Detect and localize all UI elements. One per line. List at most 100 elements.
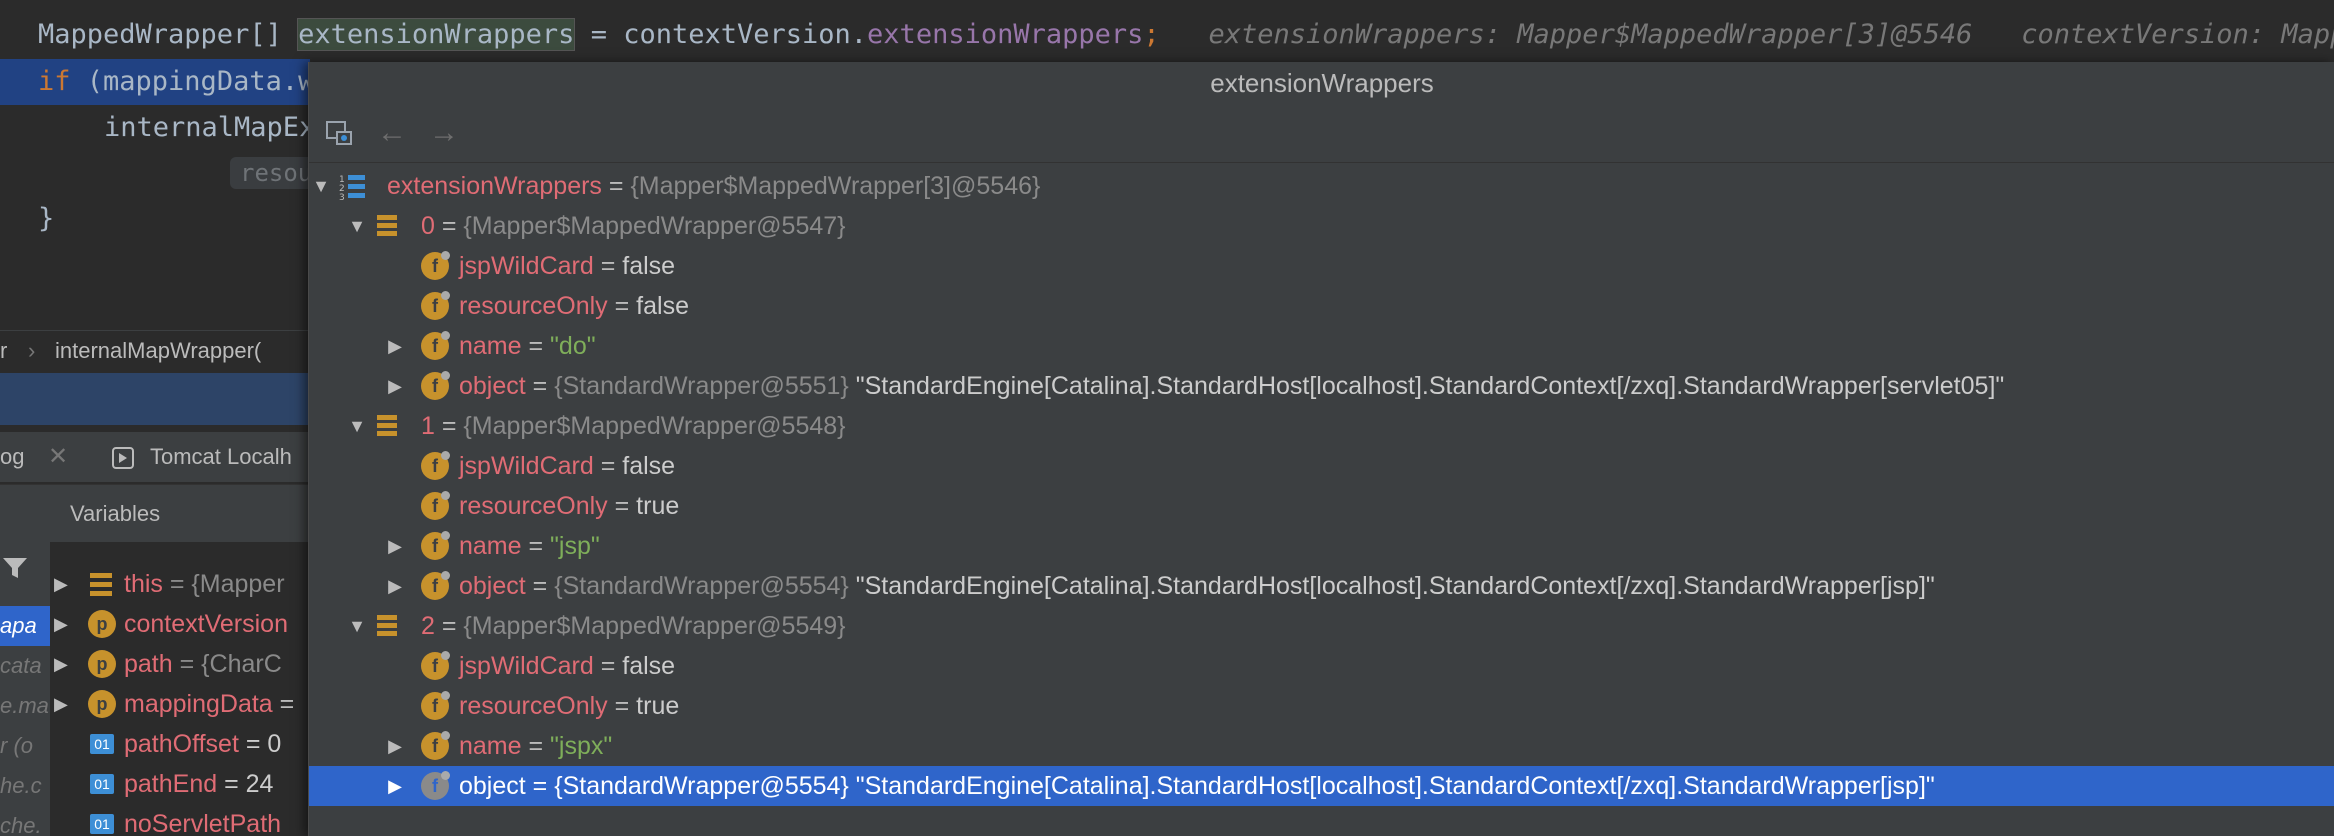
expand-down-icon[interactable]: ▼ — [311, 166, 331, 206]
array-icon: 123 — [339, 172, 367, 203]
close-icon[interactable]: ✕ — [48, 432, 68, 482]
code-line-1[interactable]: MappedWrapper[] extensionWrappers = cont… — [38, 12, 2334, 58]
breadcrumb-item[interactable]: r — [0, 331, 7, 371]
field-icon: f — [421, 691, 450, 720]
frame-item[interactable]: he.c — [0, 766, 42, 806]
breadcrumb-item-method[interactable]: internalMapWrapper( — [55, 331, 261, 371]
expand-arrow-icon[interactable]: ▶ — [385, 726, 405, 766]
field-value: "StandardEngine[Catalina].StandardHost[l… — [855, 372, 2005, 400]
object-icon — [375, 612, 403, 640]
expand-arrow-icon[interactable]: ▶ — [385, 526, 405, 566]
tree-row-field[interactable]: f resourceOnly = true — [309, 486, 2334, 526]
code-field[interactable]: extensionWrappers — [867, 19, 1143, 50]
field-icon: f — [421, 331, 450, 360]
tree-row-field[interactable]: f jspWildCard = false — [309, 646, 2334, 686]
inline-value-hint: contextVersion: Mapper$ — [2021, 19, 2334, 50]
expand-arrow-icon[interactable]: ▶ — [54, 564, 68, 604]
field-icon: f — [421, 291, 450, 320]
field-name: resourceOnly — [459, 492, 608, 520]
tree-row-field[interactable]: ▶ f object = {StandardWrapper@5551} "Sta… — [309, 366, 2334, 406]
expand-arrow-icon[interactable]: ▶ — [385, 326, 405, 366]
variables-title: Variables — [70, 501, 161, 526]
field-name: object — [459, 372, 526, 400]
frame-item[interactable]: e.ma — [0, 686, 49, 726]
frames-column: apa cata e.ma r (o he.c che. — [0, 542, 50, 836]
tree-row-field[interactable]: f resourceOnly = true — [309, 686, 2334, 726]
field-icon: f — [421, 571, 450, 600]
variable-value: = {CharC — [172, 650, 282, 678]
code-line-3[interactable]: internalMapEx — [104, 105, 315, 151]
tab-debug[interactable]: og — [0, 432, 24, 482]
node-type: {Mapper$MappedWrapper@5549} — [463, 612, 846, 640]
field-value: "StandardEngine[Catalina].StandardHost[l… — [855, 572, 1935, 600]
tree-row-field[interactable]: ▶ f object = {StandardWrapper@5554} "Sta… — [309, 566, 2334, 606]
expand-down-icon[interactable]: ▼ — [347, 206, 367, 246]
variables-header: Variables — [0, 484, 310, 543]
node-type: {Mapper$MappedWrapper@5547} — [463, 212, 846, 240]
code-text: (mappingData.w — [70, 66, 315, 97]
tab-tomcat[interactable]: Tomcat Localh — [150, 432, 292, 482]
field-value: true — [636, 692, 680, 720]
code-semicolon: ; — [1143, 19, 1160, 50]
expand-arrow-icon[interactable]: ▶ — [54, 684, 68, 724]
variable-name: pathOffset — [124, 730, 239, 758]
field-icon: f — [421, 371, 450, 400]
code-text: = contextVersion. — [574, 19, 868, 50]
tree-row-field[interactable]: f jspWildCard = false — [309, 446, 2334, 486]
param-icon: p — [88, 650, 116, 678]
field-icon: f — [421, 491, 450, 520]
tree-row-field[interactable]: ▶ f name = "jspx" — [309, 726, 2334, 766]
variables-list[interactable]: ▶ this = {Mapper ▶ p contextVersion ▶ p … — [50, 542, 310, 836]
code-line-2-current[interactable]: if (mappingData.w — [0, 59, 314, 105]
expand-down-icon[interactable]: ▼ — [347, 406, 367, 446]
value-popup[interactable]: extensionWrappers ← → ▼ 123 extensionWra… — [308, 62, 2334, 836]
back-arrow-icon[interactable]: ← — [375, 116, 409, 150]
node-name: 0 — [421, 212, 435, 240]
field-name: jspWildCard — [459, 252, 594, 280]
tree-row-root[interactable]: ▼ 123 extensionWrappers = {Mapper$Mapped… — [309, 166, 2334, 206]
field-icon: f — [421, 531, 450, 560]
field-name: name — [459, 732, 522, 760]
node-name: extensionWrappers — [387, 172, 602, 200]
tree-row-field-selected[interactable]: ▶ f object = {StandardWrapper@5554} "Sta… — [309, 766, 2334, 806]
variable-value: = — [272, 690, 295, 718]
debugger-toolbar — [0, 373, 310, 425]
tree-row-field[interactable]: f jspWildCard = false — [309, 246, 2334, 286]
expand-arrow-icon[interactable]: ▶ — [54, 644, 68, 684]
tree-row-entry[interactable]: ▼ 1 = {Mapper$MappedWrapper@5548} — [309, 406, 2334, 446]
filter-icon[interactable] — [2, 556, 28, 585]
field-name: jspWildCard — [459, 652, 594, 680]
frame-item[interactable]: apa — [0, 606, 37, 646]
field-icon: f — [421, 251, 450, 280]
field-type: {StandardWrapper@5554} — [554, 572, 849, 600]
expand-arrow-icon[interactable]: ▶ — [54, 604, 68, 644]
param-icon: p — [88, 610, 116, 638]
frame-item[interactable]: che. — [0, 806, 42, 836]
node-type: {Mapper$MappedWrapper@5548} — [463, 412, 846, 440]
value-tree[interactable]: ▼ 123 extensionWrappers = {Mapper$Mapped… — [309, 166, 2334, 836]
tree-row-field[interactable]: f resourceOnly = false — [309, 286, 2334, 326]
object-icon — [90, 570, 112, 610]
object-icon — [375, 412, 403, 440]
field-name: object — [459, 572, 526, 600]
add-to-watches-icon[interactable] — [323, 116, 357, 150]
field-value: "jsp" — [550, 532, 600, 560]
tree-row-field[interactable]: ▶ f name = "jsp" — [309, 526, 2334, 566]
inline-value-hint: extensionWrappers: Mapper$MappedWrapper[… — [1208, 19, 1973, 50]
tree-row-entry[interactable]: ▼ 0 = {Mapper$MappedWrapper@5547} — [309, 206, 2334, 246]
frame-item[interactable]: cata — [0, 646, 42, 686]
code-line-5[interactable]: } — [38, 196, 54, 242]
field-name: resourceOnly — [459, 692, 608, 720]
tree-row-field[interactable]: ▶ f name = "do" — [309, 326, 2334, 366]
forward-arrow-icon[interactable]: → — [427, 116, 461, 150]
expand-arrow-icon[interactable]: ▶ — [385, 366, 405, 406]
code-variable[interactable]: extensionWrappers — [297, 18, 576, 51]
expand-down-icon[interactable]: ▼ — [347, 606, 367, 646]
frame-item[interactable]: r (o — [0, 726, 33, 766]
breadcrumb-separator: › — [28, 338, 36, 363]
expand-arrow-icon[interactable]: ▶ — [385, 766, 405, 806]
variable-name: noServletPath — [124, 810, 282, 836]
expand-arrow-icon[interactable]: ▶ — [385, 566, 405, 606]
field-name: name — [459, 332, 522, 360]
tree-row-entry[interactable]: ▼ 2 = {Mapper$MappedWrapper@5549} — [309, 606, 2334, 646]
